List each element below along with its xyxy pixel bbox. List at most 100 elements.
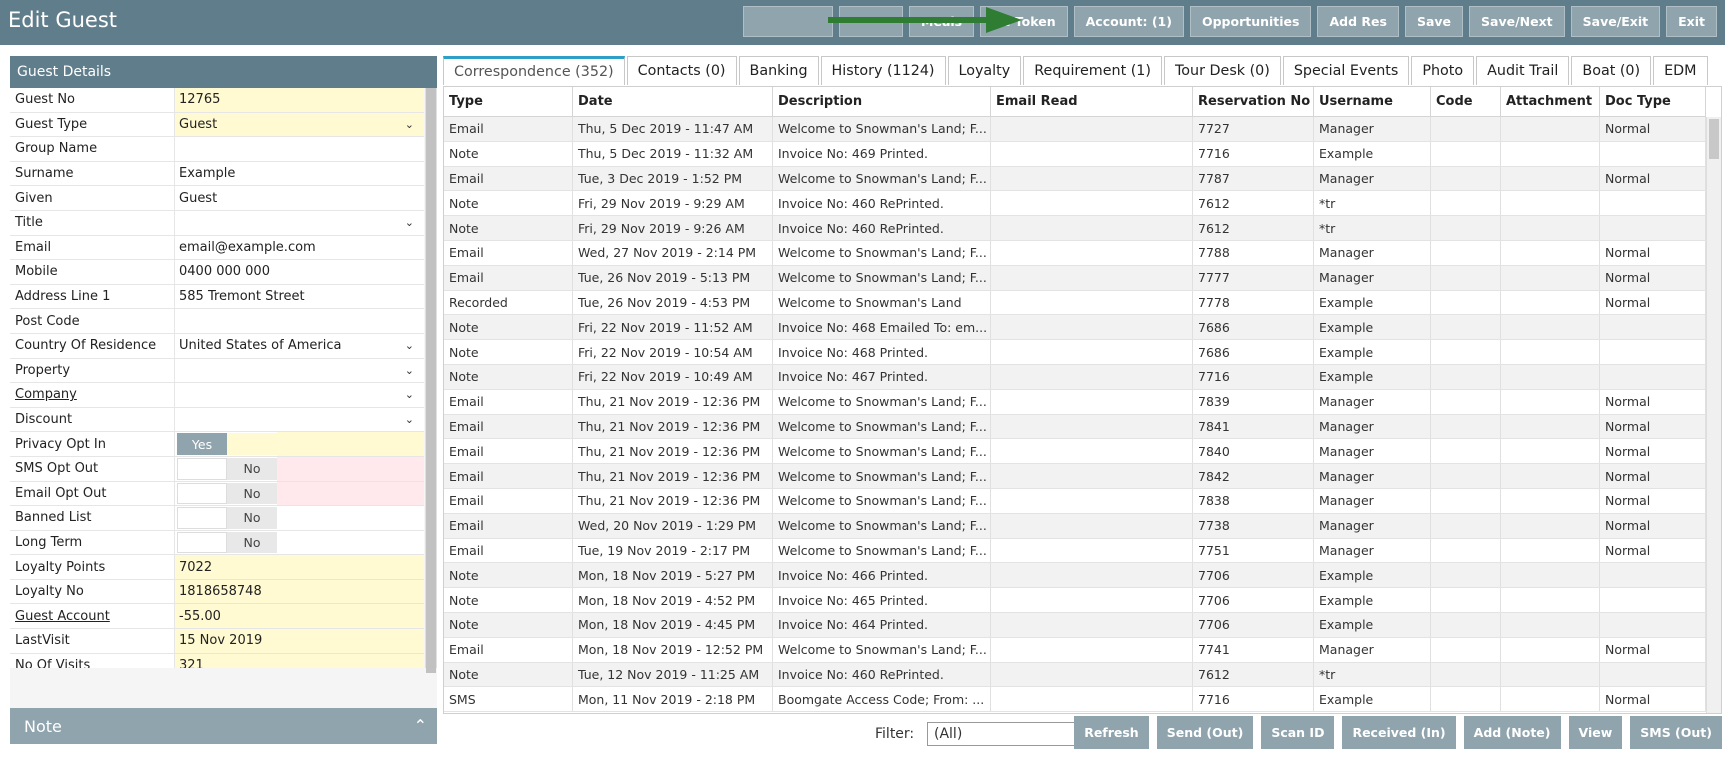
column-header-date[interactable]: Date — [573, 87, 773, 116]
column-header-email-read[interactable]: Email Read — [991, 87, 1193, 116]
property-field[interactable]: ⌄ — [175, 358, 424, 383]
toggle-blank-option[interactable] — [177, 482, 227, 505]
table-row[interactable]: Email Wed, 20 Nov 2019 - 1:29 PM Welcome t… — [444, 513, 1706, 539]
mobile-field[interactable]: 0400 000 000 — [175, 260, 424, 284]
table-row[interactable]: Note Fri, 22 Nov 2019 - 10:49 AM Invoice N… — [444, 364, 1706, 390]
table-row[interactable]: Email Tue, 19 Nov 2019 - 2:17 PM Welcome t… — [444, 538, 1706, 564]
table-row[interactable]: Recorded Tue, 26 Nov 2019 - 4:53 PM Welcom… — [444, 290, 1706, 316]
tab-photo[interactable]: Photo — [1411, 56, 1475, 85]
tab-tour-desk-0[interactable]: Tour Desk (0) — [1163, 56, 1281, 85]
column-header-description[interactable]: Description — [773, 87, 991, 116]
field-label[interactable]: Company — [10, 383, 175, 407]
surname-field[interactable]: Example — [175, 161, 424, 186]
table-row[interactable]: Note Tue, 12 Nov 2019 - 11:25 AM Invoice N… — [444, 662, 1706, 688]
opportunities-button[interactable]: Opportunities — [1189, 6, 1312, 37]
toggle-yes-option[interactable]: Yes — [177, 433, 227, 455]
table-row[interactable]: SMS Mon, 11 Nov 2019 - 2:18 PM Boomgate Ac… — [444, 687, 1706, 713]
table-row[interactable]: Note Fri, 29 Nov 2019 - 9:29 AM Invoice No… — [444, 191, 1706, 217]
chevron-down-icon[interactable]: ⌄ — [405, 216, 414, 229]
toggle-switch[interactable]: No — [177, 482, 277, 506]
tab-banking[interactable]: Banking — [738, 56, 819, 85]
table-row[interactable]: Email Tue, 3 Dec 2019 - 1:52 PM Welcome to… — [444, 166, 1706, 192]
save-exit-button[interactable]: Save/Exit — [1570, 6, 1661, 37]
tab-requirement-1[interactable]: Requirement (1) — [1023, 56, 1162, 85]
table-row[interactable]: Email Tue, 26 Nov 2019 - 5:13 PM Welcome t… — [444, 265, 1706, 291]
toggle-blank-option[interactable] — [177, 457, 227, 480]
view-button[interactable]: View — [1568, 716, 1623, 749]
tab-edm[interactable]: EDM — [1653, 56, 1708, 85]
received-in-button[interactable]: Received (In) — [1342, 716, 1456, 749]
discount-field[interactable]: ⌄ — [175, 407, 424, 432]
field-label[interactable]: Guest Account — [10, 604, 175, 629]
column-header-reservation-no[interactable]: Reservation No — [1193, 87, 1314, 116]
guest-details-scrollbar[interactable] — [425, 88, 437, 673]
banned-list-field[interactable]: No — [175, 506, 424, 530]
address-line-1-field[interactable]: 585 Tremont Street — [175, 284, 424, 309]
toggle-no-option[interactable]: No — [227, 531, 277, 554]
note-panel-header[interactable]: Note ⌃ — [10, 708, 437, 744]
scrollbar-thumb[interactable] — [1709, 119, 1719, 159]
chevron-down-icon[interactable]: ⌄ — [405, 118, 414, 131]
scan-id-button[interactable]: Scan ID — [1261, 716, 1335, 749]
tab-audit-trail[interactable]: Audit Trail — [1476, 56, 1570, 85]
scrollbar-thumb[interactable] — [426, 88, 436, 673]
save-next-button[interactable]: Save/Next — [1469, 6, 1565, 37]
privacy-opt-in-field[interactable]: Yes — [175, 432, 424, 456]
table-row[interactable]: Email Thu, 21 Nov 2019 - 12:36 PM Welcome … — [444, 414, 1706, 440]
column-header-attachment[interactable]: Attachment — [1501, 87, 1600, 116]
email-field[interactable]: email@example.com — [175, 235, 424, 260]
table-row[interactable]: Note Fri, 22 Nov 2019 - 11:52 AM Invoice N… — [444, 315, 1706, 341]
add-note-button[interactable]: Add (Note) — [1463, 716, 1561, 749]
account-1-button[interactable]: Account: (1) — [1073, 6, 1184, 37]
sms-out-button[interactable]: SMS (Out) — [1630, 716, 1722, 749]
toggle-blank-option[interactable] — [177, 531, 227, 554]
table-row[interactable]: Email Thu, 21 Nov 2019 - 12:36 PM Welcome … — [444, 389, 1706, 415]
column-header-doc-type[interactable]: Doc Type — [1600, 87, 1706, 116]
toggle-no-option[interactable]: No — [227, 507, 277, 529]
email-opt-out-field[interactable]: No — [175, 481, 424, 506]
group-name-field[interactable] — [175, 137, 424, 161]
chevron-up-icon[interactable]: ⌃ — [414, 716, 427, 735]
chevron-down-icon[interactable]: ⌄ — [405, 339, 414, 352]
toggle-switch[interactable]: No — [177, 506, 277, 530]
title-field[interactable]: ⌄ — [175, 210, 424, 235]
guest-no-field[interactable]: 12765 — [175, 88, 424, 112]
tab-correspondence-352[interactable]: Correspondence (352) — [443, 56, 625, 85]
chevron-down-icon[interactable]: ⌄ — [405, 413, 414, 426]
guest-account-field[interactable]: -55.00 — [175, 604, 424, 629]
tab-history-1124[interactable]: History (1124) — [820, 56, 946, 85]
tab-contacts-0[interactable]: Contacts (0) — [626, 56, 737, 85]
table-row[interactable]: Email Thu, 21 Nov 2019 - 12:36 PM Welcome … — [444, 488, 1706, 514]
chevron-down-icon[interactable]: ⌄ — [405, 364, 414, 377]
long-term-field[interactable]: No — [175, 530, 424, 555]
table-row[interactable]: Note Mon, 18 Nov 2019 - 5:27 PM Invoice No… — [444, 563, 1706, 589]
column-header-username[interactable]: Username — [1314, 87, 1431, 116]
no-of-visits-field[interactable]: 321 — [175, 653, 424, 668]
column-header-type[interactable]: Type — [444, 87, 573, 116]
tab-loyalty[interactable]: Loyalty — [947, 56, 1022, 85]
chevron-down-icon[interactable]: ⌄ — [405, 388, 414, 401]
lastvisit-field[interactable]: 15 Nov 2019 — [175, 629, 424, 653]
toggle-switch[interactable]: No — [177, 457, 277, 481]
save-button[interactable]: Save — [1404, 6, 1464, 37]
grid-scrollbar[interactable] — [1706, 117, 1721, 713]
toggle-blank-option[interactable] — [227, 433, 277, 455]
exit-button[interactable]: Exit — [1666, 6, 1717, 37]
refresh-button[interactable]: Refresh — [1074, 716, 1149, 749]
table-row[interactable]: Email Mon, 18 Nov 2019 - 12:52 PM Welcome … — [444, 637, 1706, 663]
toggle-no-option[interactable]: No — [227, 482, 277, 505]
add-res-button[interactable]: Add Res — [1317, 6, 1399, 37]
tab-boat-0[interactable]: Boat (0) — [1571, 56, 1652, 85]
loyalty-no-field[interactable]: 1818658748 — [175, 579, 424, 604]
given-field[interactable]: Guest — [175, 186, 424, 210]
loyalty-points-field[interactable]: 7022 — [175, 555, 424, 579]
table-row[interactable]: Note Mon, 18 Nov 2019 - 4:52 PM Invoice No… — [444, 588, 1706, 613]
country-of-residence-field[interactable]: United States of America ⌄ — [175, 333, 424, 358]
table-row[interactable]: Note Fri, 29 Nov 2019 - 9:26 AM Invoice No… — [444, 216, 1706, 241]
toggle-switch[interactable]: No — [177, 531, 277, 555]
guest-type-field[interactable]: Guest ⌄ — [175, 112, 424, 137]
table-row[interactable]: Email Wed, 27 Nov 2019 - 2:14 PM Welcome t… — [444, 240, 1706, 266]
table-row[interactable]: Email Thu, 21 Nov 2019 - 12:36 PM Welcome … — [444, 464, 1706, 489]
toggle-switch[interactable]: Yes — [177, 432, 277, 456]
table-row[interactable]: Note Fri, 22 Nov 2019 - 10:54 AM Invoice N… — [444, 340, 1706, 365]
